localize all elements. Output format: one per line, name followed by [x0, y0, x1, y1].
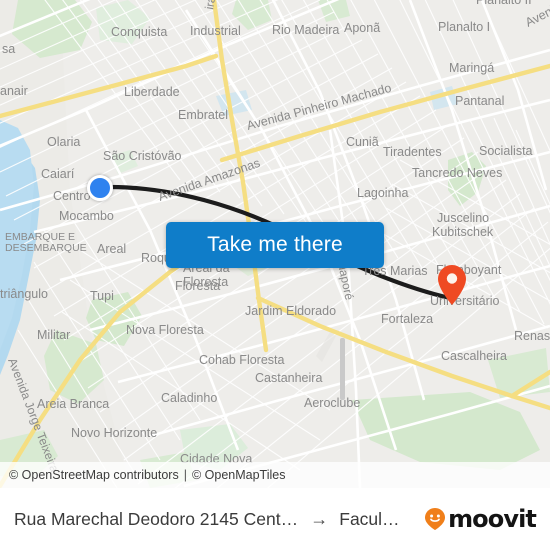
attribution-separator: | [183, 468, 187, 482]
origin-dot-icon[interactable] [87, 175, 113, 201]
take-me-there-button[interactable]: Take me there [166, 222, 384, 268]
arrow-right-icon: → [310, 509, 329, 529]
moovit-logo[interactable]: moovit [424, 505, 537, 533]
route-destination-label: Faculda… [339, 508, 409, 529]
map-pin-icon[interactable] [437, 264, 467, 306]
moovit-map-screen: Conquista Industrial Rio Madeira Aponã Plana… [0, 0, 550, 550]
route-origin-label: Rua Marechal Deodoro 2145 Centro Po… [14, 508, 299, 529]
take-me-there-label: Take me there [207, 233, 343, 256]
moovit-pin-icon [425, 508, 446, 530]
map-attribution: © OpenStreetMap contributors | © OpenMap… [0, 462, 550, 488]
attribution-osm[interactable]: © OpenStreetMap contributors [9, 468, 179, 482]
map-viewport[interactable]: Conquista Industrial Rio Madeira Aponã Plana… [0, 0, 550, 488]
route-footer: Rua Marechal Deodoro 2145 Centro Po… → F… [0, 488, 550, 550]
moovit-wordmark: moovit [448, 505, 537, 533]
attribution-openmaptiles[interactable]: © OpenMapTiles [192, 468, 286, 482]
